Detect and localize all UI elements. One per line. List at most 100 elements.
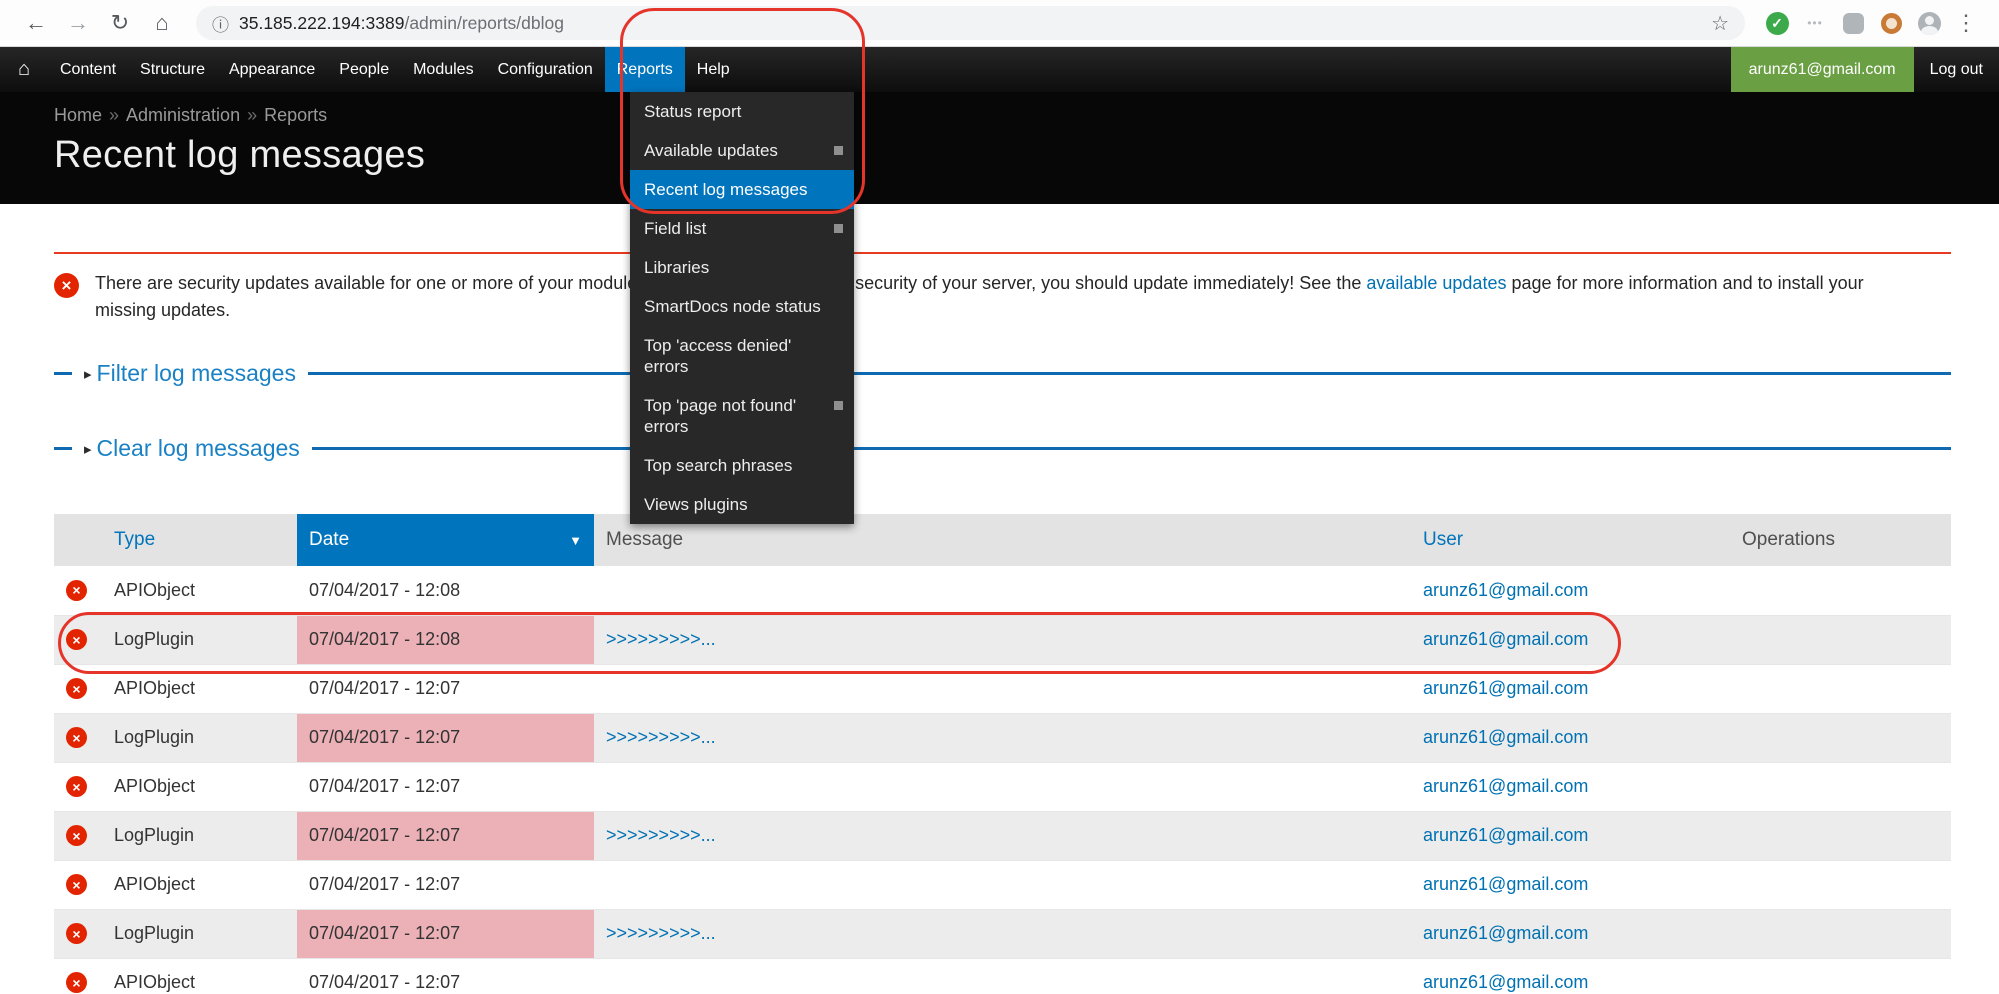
menu-item-status-report[interactable]: Status report <box>630 92 854 131</box>
available-updates-link[interactable]: available updates <box>1366 273 1506 293</box>
cell-date: 07/04/2017 - 12:07 <box>297 860 594 909</box>
cell-operations <box>1730 664 1951 713</box>
cell-type: APIObject <box>102 664 297 713</box>
clear-fieldset: ▸Clear log messages <box>54 435 1951 462</box>
user-link[interactable]: arunz61@gmail.com <box>1423 678 1588 698</box>
menu-item-available-updates[interactable]: Available updates <box>630 131 854 170</box>
user-link[interactable]: arunz61@gmail.com <box>1423 923 1588 943</box>
back-icon[interactable]: ← <box>18 5 54 41</box>
cell-date: 07/04/2017 - 12:07 <box>297 762 594 811</box>
cell-type: APIObject <box>102 762 297 811</box>
table-row: × LogPlugin 07/04/2017 - 12:07 >>>>>>>>>… <box>54 713 1951 762</box>
home-icon[interactable]: ⌂ <box>144 5 180 41</box>
cell-date: 07/04/2017 - 12:07 <box>297 664 594 713</box>
breadcrumb-home[interactable]: Home <box>54 105 102 125</box>
menu-item-top-access-denied[interactable]: Top 'access denied' errors <box>630 326 854 386</box>
bookmark-star-icon[interactable]: ☆ <box>1711 11 1729 36</box>
user-link[interactable]: arunz61@gmail.com <box>1423 580 1588 600</box>
cell-date: 07/04/2017 - 12:07 <box>297 713 594 762</box>
forward-icon[interactable]: → <box>60 5 96 41</box>
cell-message <box>594 860 1411 909</box>
cell-message: >>>>>>>>>... <box>594 615 1411 664</box>
extension-gray-icon[interactable] <box>1837 7 1869 39</box>
toolbar-item-reports[interactable]: Reports <box>605 47 685 92</box>
cell-user: arunz61@gmail.com <box>1411 860 1730 909</box>
message-link[interactable]: >>>>>>>>>... <box>606 727 716 747</box>
breadcrumb-administration[interactable]: Administration <box>126 105 240 125</box>
cell-message <box>594 762 1411 811</box>
toolbar-item-content[interactable]: Content <box>48 47 128 92</box>
cell-operations <box>1730 713 1951 762</box>
fieldset-border <box>54 447 72 450</box>
cell-type: LogPlugin <box>102 713 297 762</box>
toolbar-item-appearance[interactable]: Appearance <box>217 47 327 92</box>
menu-item-top-page-not-found[interactable]: Top 'page not found' errors <box>630 386 854 446</box>
account-badge[interactable]: arunz61@gmail.com <box>1731 47 1914 92</box>
menu-item-field-list[interactable]: Field list <box>630 209 854 248</box>
menu-item-views-plugins[interactable]: Views plugins <box>630 485 854 524</box>
message-link[interactable]: >>>>>>>>>... <box>606 629 716 649</box>
extension-adblock-icon[interactable]: ✓ <box>1761 7 1793 39</box>
table-row: × APIObject 07/04/2017 - 12:08 arunz61@g… <box>54 566 1951 615</box>
user-link[interactable]: arunz61@gmail.com <box>1423 874 1588 894</box>
profile-avatar-icon[interactable] <box>1913 7 1945 39</box>
menu-item-libraries[interactable]: Libraries <box>630 248 854 287</box>
toolbar-item-configuration[interactable]: Configuration <box>486 47 605 92</box>
cell-message <box>594 958 1411 994</box>
url-text: 35.185.222.194:3389/admin/reports/dblog <box>239 13 564 34</box>
user-link[interactable]: arunz61@gmail.com <box>1423 776 1588 796</box>
cell-type: LogPlugin <box>102 615 297 664</box>
cell-user: arunz61@gmail.com <box>1411 566 1730 615</box>
error-icon: × <box>66 923 87 944</box>
fieldset-border <box>308 372 1951 375</box>
check-icon: ✓ <box>1766 12 1789 35</box>
cell-type: APIObject <box>102 860 297 909</box>
toolbar-item-people[interactable]: People <box>327 47 401 92</box>
extension-orange-icon[interactable] <box>1875 7 1907 39</box>
sort-desc-icon: ▼ <box>569 533 582 548</box>
page-title: Recent log messages <box>54 134 1945 177</box>
url-bar[interactable]: ⓘ 35.185.222.194:3389/admin/reports/dblo… <box>196 6 1745 40</box>
header-date[interactable]: Date▼ <box>297 514 594 566</box>
toolbar-item-structure[interactable]: Structure <box>128 47 217 92</box>
user-link[interactable]: arunz61@gmail.com <box>1423 825 1588 845</box>
error-icon: × <box>66 580 87 601</box>
breadcrumb-reports[interactable]: Reports <box>264 105 327 125</box>
main-content: × There are security updates available f… <box>0 252 1999 994</box>
browser-menu-icon[interactable]: ⋮ <box>1951 10 1981 36</box>
cell-user: arunz61@gmail.com <box>1411 615 1730 664</box>
message-link[interactable]: >>>>>>>>>... <box>606 923 716 943</box>
message-link[interactable]: >>>>>>>>>... <box>606 825 716 845</box>
logout-button[interactable]: Log out <box>1914 47 1999 92</box>
filter-log-messages-toggle[interactable]: ▸Filter log messages <box>84 360 296 387</box>
cell-type: LogPlugin <box>102 811 297 860</box>
warning-text: There are security updates available for… <box>95 270 1905 324</box>
toolbar-item-modules[interactable]: Modules <box>401 47 485 92</box>
user-link[interactable]: arunz61@gmail.com <box>1423 972 1588 992</box>
menu-item-smartdocs-node-status[interactable]: SmartDocs node status <box>630 287 854 326</box>
site-info-icon[interactable]: ⓘ <box>212 11 229 36</box>
clear-log-messages-toggle[interactable]: ▸Clear log messages <box>84 435 300 462</box>
menu-item-top-search-phrases[interactable]: Top search phrases <box>630 446 854 485</box>
toolbar-item-help[interactable]: Help <box>685 47 742 92</box>
cell-type: APIObject <box>102 566 297 615</box>
cell-date: 07/04/2017 - 12:07 <box>297 909 594 958</box>
cell-user: arunz61@gmail.com <box>1411 811 1730 860</box>
error-icon: × <box>66 629 87 650</box>
fieldset-border <box>54 372 72 375</box>
table-row: × LogPlugin 07/04/2017 - 12:08 >>>>>>>>>… <box>54 615 1951 664</box>
cell-operations <box>1730 811 1951 860</box>
cell-message: >>>>>>>>>... <box>594 909 1411 958</box>
sort-by-user-link[interactable]: User <box>1423 529 1463 550</box>
admin-home-icon[interactable]: ⌂ <box>0 47 48 92</box>
table-row: × APIObject 07/04/2017 - 12:07 arunz61@g… <box>54 762 1951 811</box>
menu-item-recent-log-messages[interactable]: Recent log messages <box>630 170 854 209</box>
user-link[interactable]: arunz61@gmail.com <box>1423 629 1588 649</box>
sort-by-type-link[interactable]: Type <box>114 529 155 550</box>
breadcrumb-separator: » <box>247 105 257 125</box>
header-icon-column <box>54 514 102 566</box>
reload-icon[interactable]: ↻ <box>102 5 138 41</box>
user-link[interactable]: arunz61@gmail.com <box>1423 727 1588 747</box>
extension-dots-icon[interactable]: ••• <box>1799 7 1831 39</box>
submenu-marker-icon <box>834 401 843 410</box>
